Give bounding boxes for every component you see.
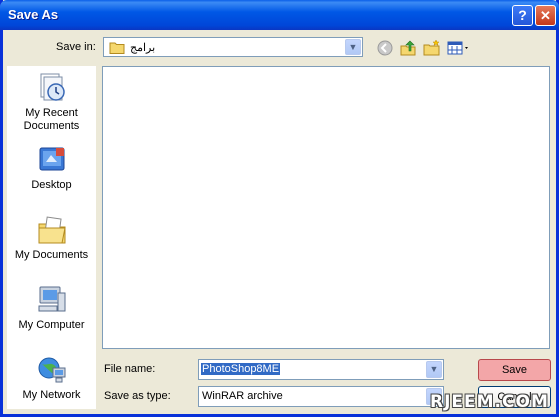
file-name-label: File name: (104, 363, 156, 375)
view-menu-icon[interactable] (447, 39, 471, 57)
save-as-type-value: WinRAR archive (202, 390, 283, 402)
places-recent-documents-label-2: Documents (23, 120, 80, 132)
places-my-network[interactable]: My Network (7, 354, 96, 402)
new-folder-icon[interactable] (423, 39, 441, 57)
my-documents-icon (36, 214, 68, 246)
up-folder-icon[interactable] (399, 39, 417, 57)
help-button[interactable]: ? (512, 5, 533, 26)
places-my-documents-label: My Documents (14, 249, 89, 261)
watermark: RJEEM.COM (430, 392, 549, 412)
save-as-type-label: Save as type: (104, 390, 171, 402)
save-in-value: برامج (130, 42, 156, 54)
places-desktop-label: Desktop (31, 179, 72, 191)
recent-documents-icon (36, 72, 68, 104)
file-name-value: PhotoShop8ME (201, 363, 281, 375)
places-my-computer-label: My Computer (18, 319, 85, 331)
places-recent-documents-label-1: My Recent (25, 107, 78, 119)
places-bar: My Recent Documents Desktop My Documents… (7, 66, 96, 409)
my-network-icon (36, 354, 68, 386)
places-recent-documents[interactable]: My Recent Documents (7, 72, 96, 133)
file-list[interactable] (102, 66, 550, 349)
file-name-input[interactable]: PhotoShop8ME ▼ (198, 359, 444, 380)
save-button[interactable]: Save (478, 359, 551, 381)
my-computer-icon (36, 284, 68, 316)
desktop-icon (36, 144, 68, 176)
close-button[interactable]: ✕ (535, 5, 556, 26)
dialog-title: Save As (8, 7, 59, 22)
folder-icon (109, 41, 125, 57)
places-my-computer[interactable]: My Computer (7, 284, 96, 332)
chevron-down-icon[interactable]: ▼ (345, 39, 361, 55)
title-bar[interactable]: Save As ? ✕ (0, 0, 559, 30)
save-in-label: Save in: (56, 41, 96, 53)
chevron-down-icon[interactable]: ▼ (426, 361, 442, 378)
back-icon[interactable] (376, 39, 394, 57)
places-my-documents[interactable]: My Documents (7, 214, 96, 262)
places-desktop[interactable]: Desktop (7, 144, 96, 192)
save-as-type-dropdown[interactable]: WinRAR archive ▼ (198, 386, 444, 407)
places-my-network-label: My Network (22, 389, 81, 401)
save-in-dropdown[interactable]: برامج ▼ (103, 37, 363, 57)
